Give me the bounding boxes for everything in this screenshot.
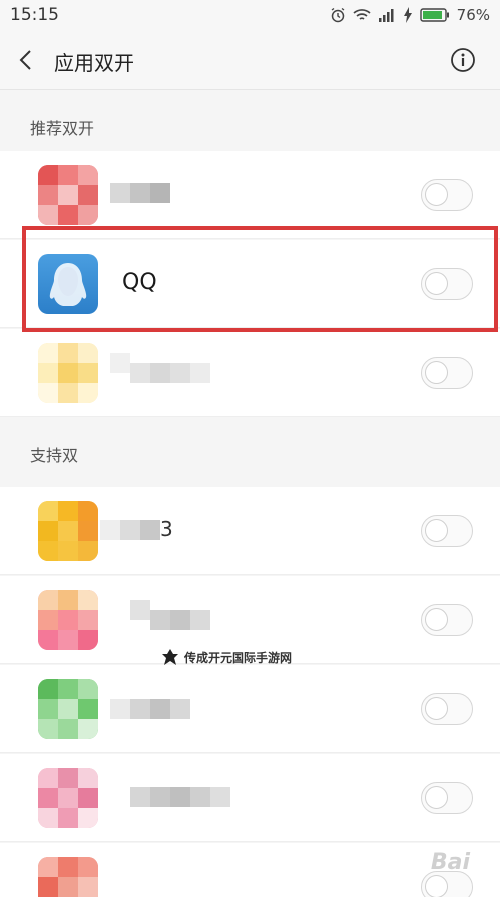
app-name-blurred	[110, 600, 210, 640]
app-icon-blurred	[38, 343, 98, 403]
back-button[interactable]	[12, 44, 40, 76]
status-time: 15:15	[10, 5, 59, 25]
section-label-recommended: 推荐双开	[30, 119, 95, 138]
dual-app-toggle[interactable]	[421, 782, 473, 814]
section-label-supported: 支持双	[30, 446, 79, 465]
battery-percent: 76%	[456, 6, 490, 24]
title-bar: 应用双开	[0, 30, 500, 90]
status-icons: 76%	[330, 5, 490, 25]
dual-app-toggle[interactable]	[421, 693, 473, 725]
app-name-blurred	[110, 353, 210, 393]
battery-icon	[419, 8, 450, 22]
app-row	[0, 329, 500, 417]
toggle-knob	[425, 519, 448, 542]
app-icon-blurred	[38, 768, 98, 828]
toggle-knob	[425, 272, 448, 295]
app-row: 3	[0, 487, 500, 575]
watermark: 传成开元国际手游网	[160, 648, 292, 666]
app-name-blurred	[110, 689, 210, 729]
app-name-blurred	[110, 181, 170, 205]
app-icon-blurred	[38, 165, 98, 225]
watermark-text: 传成开元国际手游网	[184, 650, 293, 665]
info-icon	[451, 48, 475, 72]
app-row	[0, 151, 500, 239]
app-name-qq: QQ	[122, 270, 157, 295]
section-header-recommended: 推荐双开	[0, 91, 500, 151]
status-bar: 15:15 76%	[0, 0, 500, 30]
app-name-partial: 3	[160, 517, 173, 541]
dual-app-toggle[interactable]	[421, 515, 473, 547]
dual-app-toggle-qq[interactable]	[421, 268, 473, 300]
qq-icon	[38, 254, 98, 314]
app-name-blurred	[110, 782, 230, 812]
info-button[interactable]	[450, 47, 476, 73]
baidu-watermark: Bai	[430, 850, 470, 875]
app-row-qq: QQ	[0, 240, 500, 328]
dual-app-toggle[interactable]	[421, 357, 473, 389]
toggle-knob	[425, 608, 448, 631]
app-icon-blurred	[38, 501, 98, 561]
toggle-knob	[425, 875, 448, 897]
app-icon-blurred	[38, 857, 98, 897]
dual-app-toggle[interactable]	[421, 179, 473, 211]
watermark-logo-icon	[162, 649, 178, 665]
dual-app-toggle[interactable]	[421, 604, 473, 636]
toggle-knob	[425, 361, 448, 384]
chevron-left-icon	[19, 50, 31, 70]
app-icon-blurred	[38, 590, 98, 650]
app-name-blurred: 3	[100, 517, 173, 543]
app-row	[0, 754, 500, 842]
app-icon-blurred	[38, 679, 98, 739]
charging-icon	[403, 7, 413, 23]
toggle-knob	[425, 697, 448, 720]
app-row	[0, 843, 500, 897]
alarm-icon	[330, 7, 346, 23]
toggle-knob	[425, 183, 448, 206]
wifi-icon	[353, 8, 371, 22]
app-row	[0, 665, 500, 753]
toggle-knob	[425, 786, 448, 809]
page-title: 应用双开	[54, 51, 134, 75]
signal-icon	[378, 8, 396, 22]
section-header-supported: 支持双	[0, 418, 500, 478]
